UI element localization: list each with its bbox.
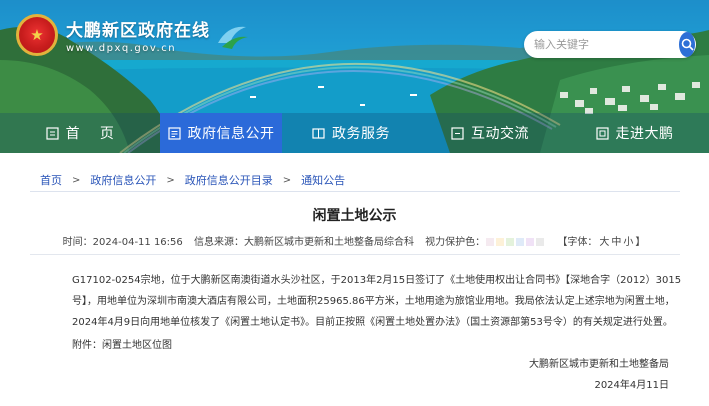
nav-item-interaction[interactable]: 互动交流 <box>420 113 560 153</box>
vision-color-swatch[interactable] <box>486 238 495 246</box>
search-box <box>524 31 696 58</box>
document-icon <box>167 126 181 140</box>
search-button[interactable] <box>679 32 695 57</box>
breadcrumb-gov-info[interactable]: 政府信息公开 <box>90 172 156 188</box>
attachment-link[interactable]: 附件：闲置土地区位图 <box>72 336 172 351</box>
vision-color-swatch[interactable] <box>536 238 545 246</box>
service-icon <box>312 127 325 140</box>
chat-icon <box>451 126 464 140</box>
nav-item-gov-info[interactable]: 政府信息公开 <box>160 113 282 153</box>
nav-item-label: 政府信息公开 <box>187 126 275 142</box>
signature-organization: 大鹏新区城市更新和土地整备局 <box>529 359 669 370</box>
info-source: 信息来源：大鹏新区城市更新和土地整备局综合科 <box>193 237 414 248</box>
font-size-small[interactable]: 小 <box>623 237 633 248</box>
breadcrumb-separator: > <box>72 174 81 186</box>
nav-item-services[interactable]: 政务服务 <box>282 113 420 153</box>
vision-protection: 视力保护色： <box>425 237 548 248</box>
publish-time: 时间：2024-04-11 16:56 <box>62 237 183 248</box>
article-body: G17102-0254宗地，位于大鹏新区南澳街道水头沙社区，于2013年2月15… <box>72 275 682 328</box>
nav-item-label: 首 页 <box>65 126 115 142</box>
breadcrumb-notices[interactable]: 通知公告 <box>301 172 345 188</box>
breadcrumb-home[interactable]: 首页 <box>40 172 62 188</box>
article-meta: 时间：2024-04-11 16:56 信息来源：大鹏新区城市更新和土地整备局综… <box>0 233 709 248</box>
vision-color-swatch[interactable] <box>506 238 515 246</box>
article-title: 闲置土地公示 <box>312 208 397 224</box>
vision-color-swatch[interactable] <box>526 238 535 246</box>
building-icon <box>595 126 609 140</box>
breadcrumb-divider <box>30 191 680 192</box>
vision-color-swatch[interactable] <box>496 238 505 246</box>
font-size-medium[interactable]: 中 <box>611 237 621 248</box>
vision-protection-label: 视力保护色： <box>425 237 486 248</box>
nav-item-label: 互动交流 <box>471 126 529 142</box>
main-nav: 首 页 政府信息公开 政务服务 互动交流 走进大鹏 <box>0 113 709 153</box>
breadcrumb-gov-info-catalog[interactable]: 政府信息公开目录 <box>185 172 273 188</box>
meta-divider <box>30 254 680 255</box>
nav-item-label: 政务服务 <box>332 126 390 142</box>
font-size-large[interactable]: 大 <box>599 237 609 248</box>
font-size-label-close: 】 <box>635 237 646 248</box>
search-icon <box>681 38 694 51</box>
site-logo[interactable]: ★ 大鹏新区政府在线 www.dpxq.gov.cn <box>16 14 250 56</box>
breadcrumb: 首页 > 政府信息公开 > 政府信息公开目录 > 通知公告 <box>40 172 345 188</box>
site-url: www.dpxq.gov.cn <box>66 43 177 54</box>
nav-item-label: 走进大鹏 <box>615 126 674 142</box>
font-size-label-open: 【字体： <box>557 237 598 248</box>
font-size-control: 【字体：大中小】 <box>556 237 646 248</box>
vision-color-swatch[interactable] <box>516 238 525 246</box>
dapeng-wave-logo-icon <box>218 26 248 49</box>
signature-date: 2024年4月11日 <box>594 380 669 391</box>
national-emblem-icon: ★ <box>16 14 58 56</box>
search-input[interactable] <box>524 31 679 58</box>
home-icon <box>45 126 59 140</box>
header-banner: ★ 大鹏新区政府在线 www.dpxq.gov.cn 首 页 <box>0 0 709 153</box>
nav-item-about-dapeng[interactable]: 走进大鹏 <box>560 113 709 153</box>
breadcrumb-separator: > <box>282 174 292 186</box>
nav-item-home[interactable]: 首 页 <box>0 113 160 153</box>
breadcrumb-separator: > <box>166 174 175 186</box>
site-title: 大鹏新区政府在线 <box>66 21 210 41</box>
